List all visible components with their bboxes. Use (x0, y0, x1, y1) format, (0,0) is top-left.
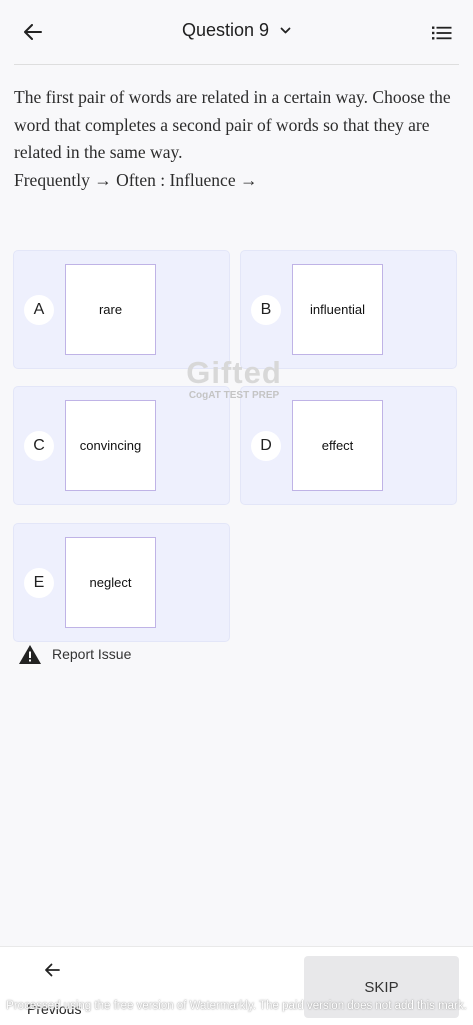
option-word: rare (65, 264, 156, 355)
chevron-down-icon (280, 27, 291, 34)
watermark-subtitle: CogAT TEST PREP (188, 390, 280, 401)
watermark-logo-text: Gifted (186, 355, 282, 390)
option-letter: E (24, 568, 54, 598)
option-word: influential (292, 264, 383, 355)
question-prompt: The first pair of words are related in a… (14, 84, 459, 194)
header-divider (14, 64, 459, 65)
top-bar: Question 9 (0, 0, 473, 64)
arrow-left-icon (45, 963, 60, 977)
report-issue-label: Report Issue (52, 646, 132, 662)
option-e[interactable]: E neglect (13, 523, 230, 642)
option-d[interactable]: D effect (240, 386, 457, 505)
list-icon (432, 26, 452, 40)
option-letter: A (24, 295, 54, 325)
option-b[interactable]: B influential (240, 250, 457, 369)
option-word: convincing (65, 400, 156, 491)
question-text: The first pair of words are related in a… (14, 87, 451, 162)
option-c[interactable]: C convincing (13, 386, 230, 505)
previous-button[interactable]: Previous (22, 963, 92, 1023)
option-a[interactable]: A rare (13, 250, 230, 369)
option-letter: D (251, 431, 281, 461)
watermarkly-notice: Processed using the free version of Wate… (6, 1000, 467, 1012)
question-list-button[interactable] (429, 20, 455, 46)
question-analogy: Frequently → Often : Influence → (14, 169, 258, 190)
page-title: Question 9 (181, 20, 270, 40)
question-selector[interactable]: Question 9 (0, 20, 473, 41)
option-letter: B (251, 295, 281, 325)
report-issue-button[interactable]: Report Issue (18, 642, 131, 666)
option-word: effect (292, 400, 383, 491)
watermark-logo: Gifted CogAT TEST PREP (184, 355, 284, 402)
warning-icon (19, 644, 41, 664)
bottom-navigation: Previous SKIP (0, 946, 473, 1025)
option-letter: C (24, 431, 54, 461)
option-word: neglect (65, 537, 156, 628)
